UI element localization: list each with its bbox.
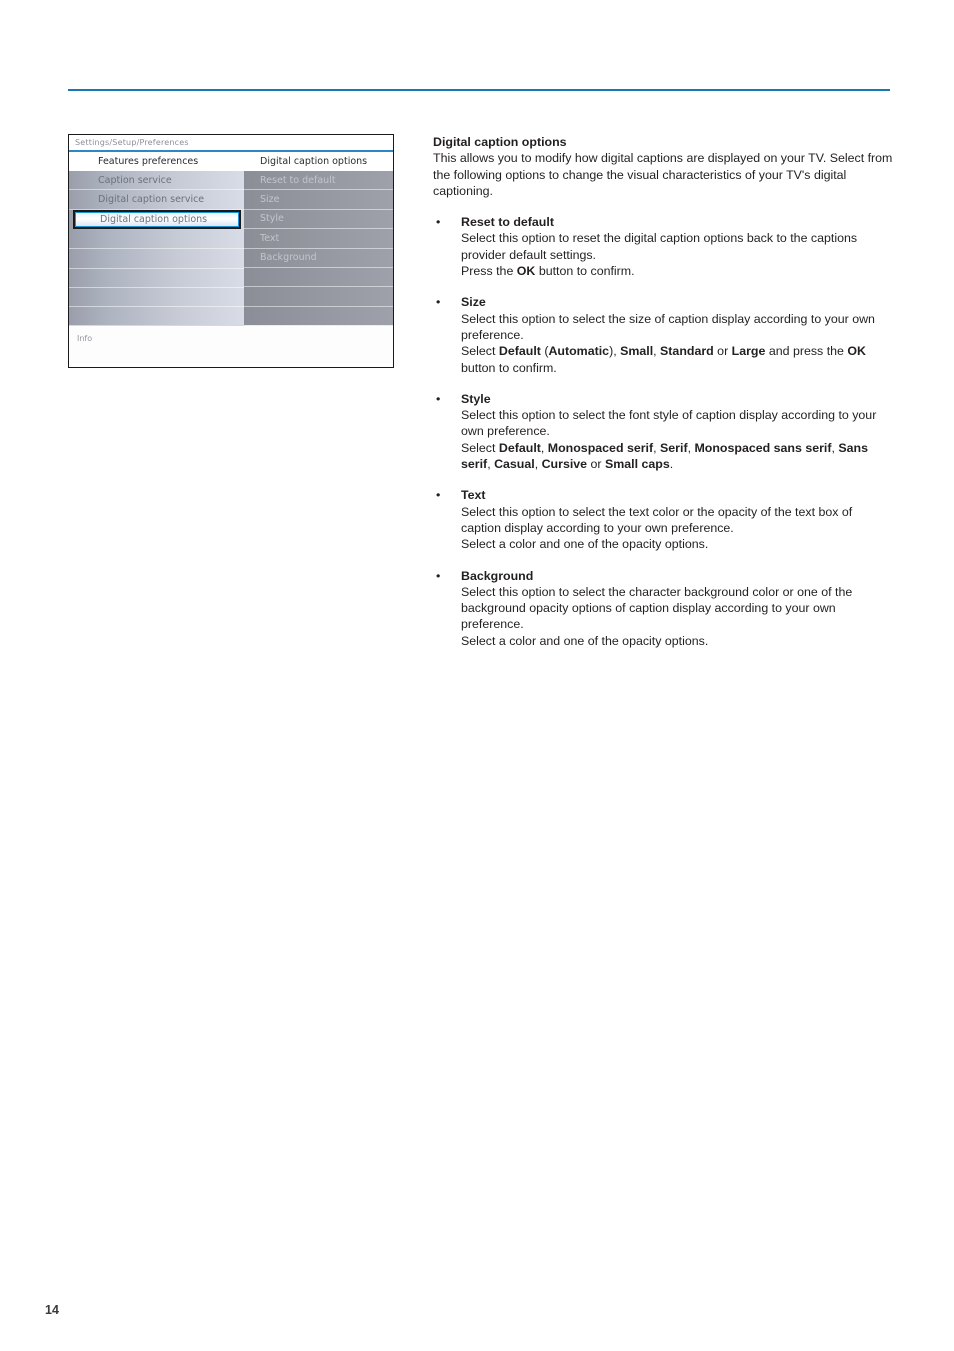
emphasis-text: Small	[620, 344, 654, 359]
emphasis-text: Casual	[494, 457, 535, 472]
bullet-icon: •	[436, 568, 441, 583]
bullet-icon: •	[436, 488, 441, 503]
emphasis-text: Monospaced sans serif	[694, 440, 832, 455]
plain-text: button to confirm.	[461, 360, 557, 375]
doc-section-line: Select this option to reset the digital …	[461, 231, 858, 262]
emphasis-text: Default	[498, 344, 541, 359]
plain-text: and press the	[765, 344, 848, 359]
plain-text: ,	[653, 440, 661, 455]
doc-sections: • Reset to default Select this option to r…	[433, 214, 893, 649]
selection-highlight: Digital caption options	[73, 209, 241, 229]
info-label: Info	[77, 334, 93, 343]
doc-heading: Digital caption options	[433, 135, 567, 149]
submenu-item[interactable]	[244, 307, 393, 327]
breadcrumb-text: Settings/Setup/Preferences	[75, 138, 189, 147]
tv-menu-body: Caption service Digital caption service Di…	[69, 171, 393, 327]
menu-item[interactable]	[69, 307, 244, 327]
tv-menu-screenshot: Settings/Setup/Preferences Features pref…	[68, 134, 394, 368]
page-number: 14	[45, 1303, 59, 1317]
doc-section-title: Background	[461, 568, 534, 583]
submenu-item[interactable]	[244, 287, 393, 307]
emphasis-text: Small caps	[604, 457, 670, 472]
page-top-rule	[68, 89, 890, 91]
doc-intro-paragraph: This allows you to modify how digital ca…	[433, 151, 893, 198]
emphasis-text: Serif	[660, 440, 688, 455]
menu-item[interactable]: Caption service	[69, 171, 244, 191]
emphasis-text: OK	[847, 344, 866, 359]
emphasis-text: Monospaced serif	[547, 440, 654, 455]
submenu-item[interactable]: Style	[244, 210, 393, 230]
menu-item[interactable]: Digital caption service	[69, 190, 244, 210]
emphasis-text: OK	[516, 264, 536, 279]
submenu-item[interactable]: Background	[244, 249, 393, 268]
doc-bullet-section: • Size Select this option to select the si…	[433, 294, 893, 375]
menu-item[interactable]	[69, 269, 244, 288]
plain-text: ,	[540, 440, 548, 455]
menu-item-label: Digital caption service	[98, 194, 205, 206]
doc-bullet-section: • Style Select this option to select the f…	[433, 391, 893, 472]
plain-text: ,	[534, 457, 542, 472]
doc-section-line: Select Default (Automatic), Small, Stand…	[461, 343, 893, 376]
left-column-header: Features preferences	[69, 152, 244, 171]
plain-text: .	[669, 457, 674, 472]
doc-bullet-section: • Background Select this option to select …	[433, 568, 893, 649]
menu-item-selected[interactable]: Digital caption options	[69, 209, 244, 230]
doc-section-title: Style	[461, 391, 491, 406]
plain-text: or	[713, 344, 732, 359]
submenu-item[interactable]	[244, 268, 393, 288]
tv-menu-left-list: Caption service Digital caption service Di…	[69, 171, 244, 327]
doc-section-line: Select this option to select the text co…	[461, 504, 853, 535]
doc-section-title: Text	[461, 488, 486, 503]
plain-text: ),	[609, 344, 621, 359]
menu-item-label: Caption service	[98, 174, 172, 186]
left-column-header-label: Features preferences	[98, 156, 199, 167]
tv-menu-breadcrumb: Settings/Setup/Preferences	[69, 135, 393, 152]
submenu-item-label: Reset to default	[260, 174, 336, 186]
menu-item[interactable]	[69, 249, 244, 269]
tv-menu-info-bar: Info	[69, 325, 393, 363]
plain-text: ,	[653, 344, 661, 359]
selection-inner: Digital caption options	[76, 212, 238, 226]
menu-item[interactable]	[69, 288, 244, 308]
doc-section-title: Size	[461, 295, 486, 310]
right-column-header: Digital caption options	[244, 152, 393, 171]
plain-text: Press the	[461, 264, 517, 279]
bullet-icon: •	[436, 391, 441, 406]
right-column-header-label: Digital caption options	[260, 156, 368, 167]
submenu-item[interactable]: Text	[244, 229, 393, 249]
emphasis-text: Automatic	[548, 344, 610, 359]
menu-item-label: Digital caption options	[100, 213, 208, 225]
tv-menu-right-list: Reset to default Size Style Text Background	[244, 171, 393, 327]
submenu-item-label: Size	[260, 194, 280, 206]
doc-section-line: Select this option to select the charact…	[461, 584, 853, 632]
submenu-item-label: Text	[260, 232, 280, 244]
plain-text: or	[587, 457, 605, 472]
submenu-item[interactable]: Size	[244, 190, 393, 210]
doc-section-line: Select this option to select the size of…	[461, 311, 875, 342]
tv-menu-column-headers: Features preferences Digital caption opt…	[69, 152, 393, 171]
submenu-item[interactable]: Reset to default	[244, 171, 393, 191]
emphasis-text: Default	[498, 440, 541, 455]
document-text-column: Digital caption options This allows you …	[433, 134, 893, 649]
doc-section-line: Select a color and one of the opacity op…	[461, 537, 709, 552]
emphasis-text: Large	[731, 344, 766, 359]
plain-text: Select	[461, 440, 499, 455]
submenu-item-label: Style	[260, 213, 284, 225]
doc-bullet-section: • Text Select this option to select the te…	[433, 487, 893, 552]
doc-section-line: Press the OK button to confirm.	[461, 263, 893, 279]
emphasis-text: Standard	[660, 344, 714, 359]
menu-item[interactable]	[69, 230, 244, 250]
doc-section-line: Select this option to select the font st…	[461, 408, 877, 439]
submenu-item-label: Background	[260, 252, 317, 264]
doc-bullet-section: • Reset to default Select this option to r…	[433, 214, 893, 279]
bullet-icon: •	[436, 215, 441, 230]
doc-section-line: Select a color and one of the opacity op…	[461, 633, 709, 648]
plain-text: Select	[461, 344, 499, 359]
doc-section-title: Reset to default	[461, 215, 554, 230]
plain-text: button to confirm.	[535, 264, 635, 279]
doc-section-line: Select Default, Monospaced serif, Serif,…	[461, 440, 893, 473]
bullet-icon: •	[436, 295, 441, 310]
emphasis-text: Cursive	[541, 457, 588, 472]
